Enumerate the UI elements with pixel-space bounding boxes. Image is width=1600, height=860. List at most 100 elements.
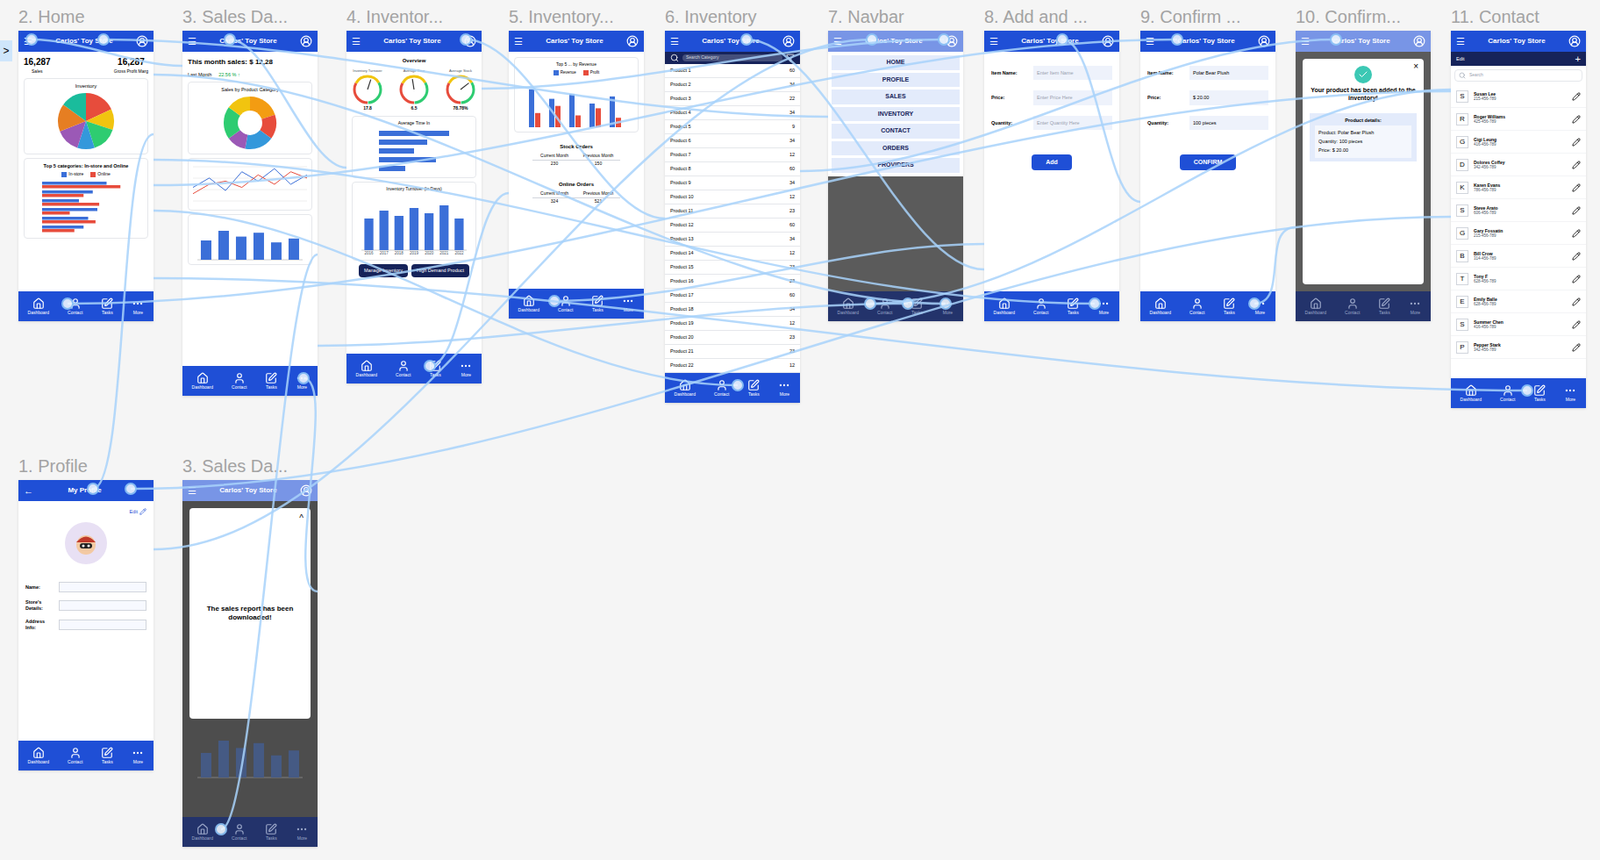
search-field[interactable]: Search Category [682,54,783,62]
contact-row[interactable]: SSummer Chen416-456-789 [1450,313,1586,336]
inventory-row[interactable]: Product 1623 [664,274,800,289]
nav-item[interactable]: Contact [1189,297,1205,315]
connection[interactable] [1249,227,1296,309]
menu-item[interactable]: PROVIDERS [831,157,960,173]
nav-item[interactable]: Dashboard [674,378,696,397]
nav-item[interactable]: Dashboard [1460,384,1482,402]
text-field[interactable]: $ 20.00 [1189,90,1269,105]
filter-icon[interactable] [785,53,795,63]
edit-icon[interactable] [1571,342,1581,352]
close-button[interactable]: × [1413,62,1419,72]
frame-label[interactable]: 11. Contact [1450,3,1540,30]
connection[interactable] [153,210,743,391]
nav-item[interactable]: Tasks [264,822,278,841]
menu-item[interactable]: PROFILE [831,72,960,88]
frame-label[interactable]: 7. Navbar [828,3,905,30]
nav-item[interactable]: Tasks [910,297,923,315]
frame-label[interactable]: 10. Confirm... [1295,3,1401,30]
frame-label[interactable]: 5. Inventory... [508,3,615,30]
connection[interactable] [153,34,1183,186]
nav-item[interactable]: Dashboard [518,294,540,313]
inventory-row[interactable]: Product 1760 [664,288,800,303]
contact-row[interactable]: SSteve Arato606-456-789 [1450,199,1586,222]
frame-label[interactable]: 8. Add and ... [984,3,1088,30]
nav-item[interactable]: Dashboard [356,359,378,378]
connection[interactable] [800,34,1342,172]
edit-button[interactable]: Edit [1456,55,1465,63]
contact-row[interactable]: GGigi Leung416-456-789 [1450,130,1586,154]
edit-icon[interactable] [1571,274,1581,284]
nav-item[interactable]: Contact [231,822,247,841]
nav-item[interactable]: Tasks [1533,384,1546,402]
avatar-icon[interactable] [464,35,477,48]
menu-item[interactable]: ORDERS [831,141,960,157]
menu-button[interactable]: ☰ [514,36,523,47]
add-button[interactable]: + [1575,54,1581,65]
nav-item[interactable]: More [131,746,144,765]
connection[interactable] [153,278,1533,396]
text-field[interactable]: 100 pieces [1189,115,1269,130]
menu-item[interactable]: HOME [831,55,960,71]
nav-item[interactable]: Tasks [1066,297,1079,315]
nav-item[interactable]: Tasks [100,746,114,765]
frame[interactable]: ☰Carlos' Toy Store16,287Sales16,287Gross… [18,30,154,322]
menu-button[interactable]: ☰ [670,36,679,47]
connection[interactable] [98,34,829,117]
text-field[interactable]: Enter Price Here [1033,90,1113,105]
avatar-icon[interactable] [626,35,639,48]
contact-row[interactable]: KKaren Evans786-456-789 [1450,176,1586,200]
avatar-icon[interactable] [945,35,958,48]
contact-row[interactable]: BBill Crow314-456-789 [1450,244,1586,268]
text-field[interactable] [58,581,147,593]
inventory-row[interactable]: Product 234 [664,78,800,93]
nav-item[interactable]: Contact [231,371,247,390]
nav-item[interactable]: More [295,822,308,841]
avatar-icon[interactable] [300,35,313,48]
edit-icon[interactable] [1571,183,1581,193]
inventory-row[interactable]: Product 160 [664,64,800,79]
menu-button[interactable]: ☰ [833,36,843,47]
connection[interactable] [317,298,914,346]
menu-button[interactable]: ☰ [1300,36,1310,47]
inventory-row[interactable]: Product 712 [664,148,800,163]
edit-icon[interactable] [1571,160,1581,170]
connection[interactable] [26,34,183,66]
frame[interactable]: ☰Carlos' Toy StoreTop 5 ... by RevenueRe… [508,30,644,319]
inventory-row[interactable]: Product 1260 [664,218,800,233]
connection[interactable] [153,74,951,309]
edit-icon[interactable] [1571,206,1581,215]
contact-row[interactable]: RRoger Williams425-456-789 [1450,107,1586,131]
inventory-row[interactable]: Product 1334 [664,232,800,247]
nav-item[interactable]: Dashboard [1305,297,1327,315]
nav-item[interactable]: Contact [67,746,83,765]
nav-item[interactable]: Dashboard [28,297,50,315]
connection[interactable] [153,34,878,550]
submit-button[interactable]: CONFIRM [1179,154,1237,172]
frame[interactable]: ☰Carlos' Toy Store^The sales report has … [182,479,318,847]
submit-button[interactable]: Add [1031,154,1072,172]
nav-item[interactable]: More [1253,297,1266,315]
frame-label[interactable]: 3. Sales Da... [182,452,288,479]
connection[interactable] [224,34,347,168]
text-field[interactable] [58,619,147,630]
avatar-icon[interactable] [135,35,149,48]
nav-item[interactable]: Contact [395,359,411,378]
avatar-icon[interactable] [782,35,795,48]
edit-icon[interactable] [1571,137,1581,147]
nav-item[interactable]: Dashboard [993,297,1015,315]
contact-row[interactable]: EEmily Balle628-456-789 [1450,290,1586,314]
contact-row[interactable]: SSusan Lee215-456-789 [1450,85,1586,108]
frame[interactable]: ☰Carlos' Toy StoreHOMEPROFILESALESINVENT… [828,30,964,322]
inventory-row[interactable]: Product 322 [664,92,800,107]
text-field[interactable] [58,600,147,611]
nav-item[interactable]: Tasks [1378,297,1391,315]
frame[interactable]: ☰Carlos' Toy StoreSearch CategoryProduct… [664,30,800,403]
action-button[interactable]: High Demand Product [411,264,470,278]
nav-item[interactable]: Contact [1033,297,1049,315]
inventory-row[interactable]: Product 860 [664,162,800,177]
search-field[interactable]: Search [1454,69,1583,82]
avatar-icon[interactable] [300,484,313,497]
inventory-row[interactable]: Product 59 [664,120,800,135]
connection[interactable] [298,372,318,592]
menu-button[interactable]: ☰ [187,36,197,47]
